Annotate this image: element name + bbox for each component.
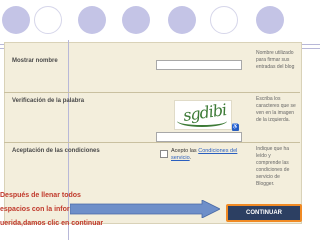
circle-decoration bbox=[256, 6, 284, 34]
arrow-right-icon bbox=[70, 200, 220, 218]
decorative-circles bbox=[0, 6, 320, 40]
circle-decoration bbox=[210, 6, 238, 34]
circle-decoration bbox=[34, 6, 62, 34]
circle-decoration bbox=[168, 6, 196, 34]
captcha-image: sgdibi bbox=[174, 100, 232, 130]
display-name-input[interactable] bbox=[156, 60, 242, 70]
accept-terms-prefix: Acepto las bbox=[171, 148, 199, 154]
accept-terms-suffix: . bbox=[189, 155, 192, 161]
circle-decoration bbox=[2, 6, 30, 34]
terms-acceptance-label: Aceptación de las condiciones bbox=[12, 148, 100, 154]
display-name-help: Nombre utilizado para firmar sus entrada… bbox=[256, 50, 295, 70]
row-separator bbox=[4, 92, 300, 93]
word-verification-input[interactable] bbox=[156, 132, 242, 142]
continue-button[interactable]: CONTINUAR bbox=[226, 204, 302, 222]
row-separator bbox=[4, 142, 300, 143]
circle-decoration bbox=[78, 6, 106, 34]
accessibility-icon[interactable]: ♿ bbox=[232, 124, 239, 131]
circle-decoration bbox=[122, 6, 150, 34]
word-verification-help: Escriba los caracteres que se ven en la … bbox=[256, 96, 296, 123]
terms-acceptance-help: Indique que ha leído y comprende las con… bbox=[256, 146, 290, 187]
accept-terms-text: Acepto las Condiciones del servicio. bbox=[171, 148, 251, 162]
word-verification-label: Verificación de la palabra bbox=[12, 98, 85, 104]
overlay-instruction-line1: Después de llenar todos bbox=[0, 192, 81, 199]
overlay-instruction-line3: uerida,damos clic en continuar bbox=[0, 220, 104, 227]
display-name-label: Mostrar nombre bbox=[12, 58, 58, 64]
accept-terms-checkbox[interactable] bbox=[160, 150, 168, 158]
